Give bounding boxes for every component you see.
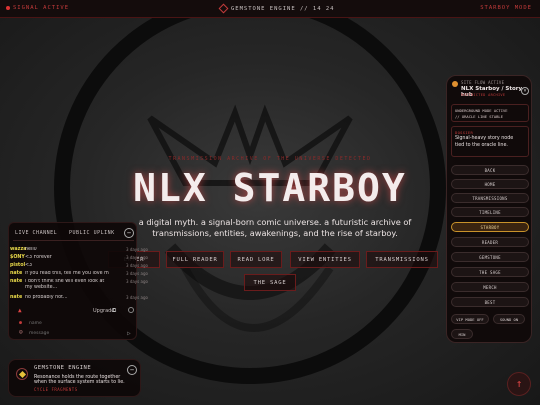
nav-timeline[interactable]: TIMELINE	[451, 207, 529, 217]
hero-title: NLX STARBOY	[133, 166, 407, 210]
emoji-icon[interactable]: ☺	[19, 329, 23, 336]
msg-time: 3 days ago	[126, 295, 148, 300]
the-sage-button[interactable]: THE SAGE	[244, 274, 296, 291]
warning-icon[interactable]: ▲	[18, 307, 22, 314]
msg-user: pistol	[10, 263, 26, 268]
top-bar: SIGNAL ACTIVE GEMSTONE ENGINE // 14 24 S…	[0, 0, 540, 18]
msg-text: i don't think she will even look at my w…	[25, 279, 105, 290]
nav-the-sage[interactable]: THE SAGE	[451, 267, 529, 277]
signal-status: SIGNAL ACTIVE	[6, 5, 69, 11]
msg-text: no probably not...	[25, 295, 68, 300]
msg-text: if you read this, tell me you love me.	[25, 271, 109, 276]
site-flow-label: SITE FLOW ACTIVE	[461, 80, 505, 85]
hero-description: a digital myth. a signal-born comic univ…	[135, 217, 415, 239]
dossier-box: DOSSIER Signal-heavy story node tied to …	[451, 126, 529, 157]
nav-starboy[interactable]: STARBOY	[451, 222, 529, 232]
dossier-line2: tied to the oracle line.	[455, 142, 508, 148]
live-close-button[interactable]: −	[124, 228, 134, 238]
gemstone-icon	[16, 368, 28, 380]
msg-user: nate	[10, 279, 23, 284]
hero-subtitle: TRANSMISSION ARCHIVE OF THE UNIVERSE DET…	[168, 156, 372, 162]
gem-close-button[interactable]: −	[127, 365, 137, 375]
minimize-button[interactable]: MIN	[451, 329, 473, 339]
flow-status-icon	[452, 81, 458, 87]
mode-label[interactable]: STARBOY MODE	[480, 5, 532, 11]
nav-transmissions[interactable]: TRANSMISSIONS	[451, 193, 529, 203]
external-link-icon[interactable]: ⧉	[112, 307, 116, 315]
mode-line2: // ORACLE LINE STABLE	[455, 113, 504, 119]
nav-reader[interactable]: READER	[451, 237, 529, 247]
gemstone-engine-card: GEMSTONE ENGINE − Resonance holds the ro…	[8, 359, 141, 397]
vip-mode-toggle[interactable]: VIP MODE OFF	[451, 314, 489, 324]
gem-desc-line2: when the surface system starts to lie.	[34, 380, 125, 385]
engine-status: GEMSTONE ENGINE // 14 24	[218, 3, 335, 14]
restricted-label: RESTRICTED ARCHIVE	[461, 93, 506, 97]
scroll-top-button[interactable]: ↑	[507, 372, 531, 396]
nav-best[interactable]: BEST	[451, 297, 529, 307]
tab-live-channel[interactable]: LIVE CHANNEL	[15, 230, 57, 236]
live-channel-panel: LIVE CHANNEL PUBLIC UPLINK − wazza hell0…	[8, 222, 148, 340]
full-reader-button[interactable]: FULL READER	[166, 251, 224, 268]
mode-status-box: UNDERGROUND MODE ACTIVE // ORACLE LINE S…	[451, 104, 529, 122]
message-input[interactable]	[29, 329, 124, 337]
msg-time: 3 days ago	[126, 271, 148, 276]
engine-label: GEMSTONE ENGINE // 14 24	[231, 5, 335, 12]
msg-time: 3 days ago	[126, 255, 148, 260]
hero-desc-line2: transmissions, entities, awakenings, and…	[152, 228, 398, 238]
msg-time: 3 days ago	[126, 279, 148, 284]
nav-home[interactable]: HOME	[451, 179, 529, 189]
dossier-key: DOSSIER	[455, 130, 474, 135]
hero-desc-line1: a digital myth. a signal-born comic univ…	[138, 217, 412, 227]
msg-text: <3	[25, 263, 33, 268]
send-icon[interactable]: ▷	[127, 330, 131, 337]
nav-merch[interactable]: MERCH	[451, 282, 529, 292]
sound-toggle[interactable]: SOUND ON	[493, 314, 525, 324]
msg-user: nate	[10, 271, 23, 276]
tab-public-uplink[interactable]: PUBLIC UPLINK	[69, 230, 115, 236]
msg-time: 3 days ago	[126, 247, 148, 252]
name-input[interactable]	[29, 319, 124, 327]
gem-card-title: GEMSTONE ENGINE	[34, 365, 92, 371]
msg-time: 3 days ago	[126, 263, 148, 268]
user-icon: ●	[19, 320, 23, 326]
msg-user: $ONY	[10, 255, 25, 260]
list-item: nate no probably not... 3 days ago	[9, 295, 148, 305]
view-entities-button[interactable]: VIEW ENTITIES	[290, 251, 360, 268]
nav-gemstone[interactable]: GEMSTONE	[451, 252, 529, 262]
gem-icon	[218, 3, 229, 14]
signal-dot-icon	[6, 6, 10, 10]
gem-card-desc: Resonance holds the route together when …	[34, 375, 125, 385]
msg-text: hell0	[25, 247, 37, 252]
gem-card-footer: CYCLE FRAGMENTS	[34, 387, 78, 392]
msg-text: <3 Forever	[25, 255, 52, 260]
read-lore-button[interactable]: READ LORE	[230, 251, 282, 268]
list-item: nate i don't think she will even look at…	[9, 279, 148, 295]
nav-back[interactable]: BACK	[451, 165, 529, 175]
status-ring-icon	[128, 307, 134, 313]
side-panel: SITE FLOW ACTIVE NLX Starboy / Story hub…	[446, 75, 532, 343]
dossier-text: Signal-heavy story node tied to the orac…	[455, 136, 525, 149]
msg-user: nate	[10, 295, 23, 300]
tab-divider	[13, 240, 134, 241]
transmissions-button[interactable]: TRANSMISSIONS	[366, 251, 438, 268]
side-close-button[interactable]: ×	[521, 87, 529, 95]
signal-label: SIGNAL ACTIVE	[13, 5, 70, 11]
